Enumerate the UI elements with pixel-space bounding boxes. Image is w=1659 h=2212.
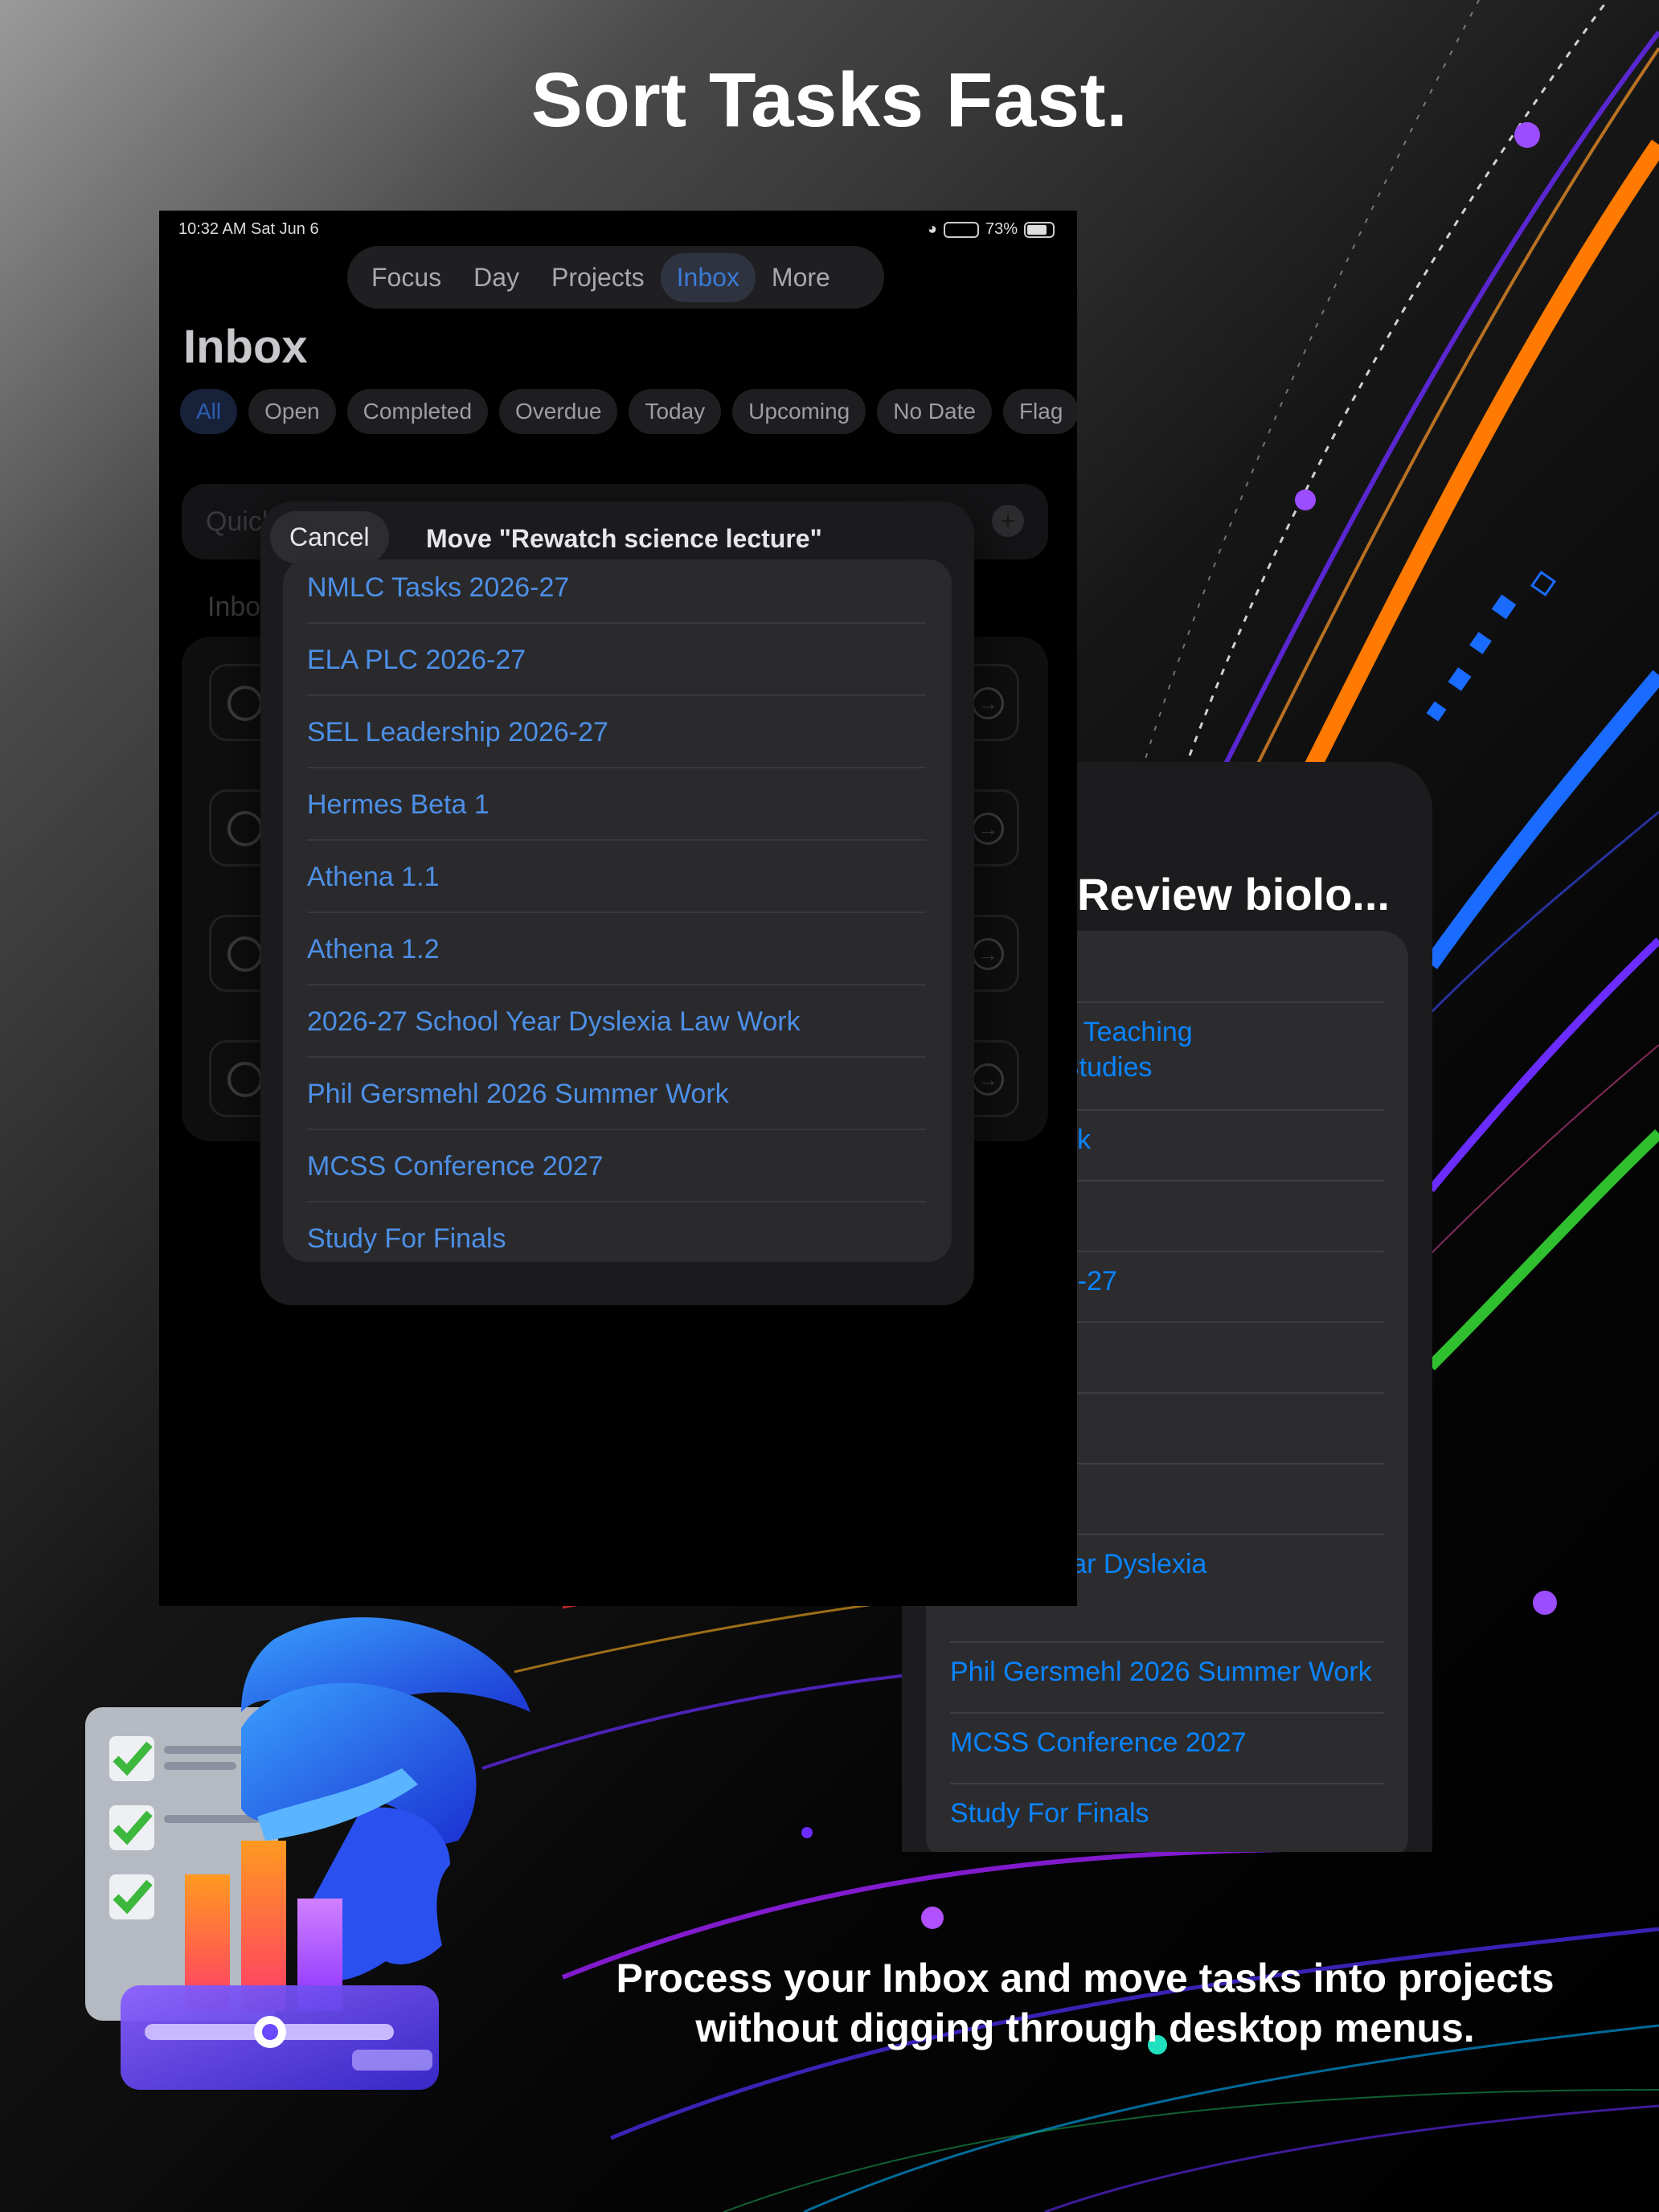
tab-inbox[interactable]: Inbox xyxy=(660,252,756,302)
tab-bar: Focus Day Projects Inbox More xyxy=(347,246,884,309)
project-item[interactable]: 2026-27 School Year Dyslexia Law Work xyxy=(307,985,926,1058)
checkbox-icon[interactable] xyxy=(227,811,263,846)
app-mascot-illustration xyxy=(85,1617,530,2090)
project-item[interactable]: Study For Finals xyxy=(307,1202,926,1262)
checkbox-icon[interactable] xyxy=(227,936,263,972)
filter-completed[interactable]: Completed xyxy=(346,389,489,434)
project-item[interactable]: MCSS Conference 2027 xyxy=(307,1130,926,1202)
filter-overdue[interactable]: Overdue xyxy=(499,389,618,434)
tab-focus[interactable]: Focus xyxy=(355,253,457,302)
filter-upcoming[interactable]: Upcoming xyxy=(732,389,866,434)
filter-flagged[interactable]: Flag xyxy=(1002,389,1077,434)
project-item[interactable]: ELA PLC 2026-27 xyxy=(307,624,926,696)
move-arrow-icon[interactable]: → xyxy=(972,687,1004,719)
battery-icon xyxy=(1024,221,1055,238)
project-list: NMLC Tasks 2026-27 ELA PLC 2026-27 SEL L… xyxy=(283,559,952,1262)
list-item[interactable]: Study For Finals xyxy=(950,1783,1384,1831)
status-indicators: ◕ 73% xyxy=(928,220,1055,239)
move-arrow-icon[interactable]: → xyxy=(972,938,1004,970)
battery-saver-icon xyxy=(943,221,979,238)
plus-icon[interactable]: + xyxy=(992,505,1024,537)
tab-day[interactable]: Day xyxy=(457,253,535,302)
filter-today[interactable]: Today xyxy=(629,389,722,434)
section-label: Inbo xyxy=(207,592,261,622)
move-task-sheet: Cancel Move "Rewatch science lecture" NM… xyxy=(260,502,974,1305)
battery-percent: 73% xyxy=(985,220,1018,238)
project-item[interactable]: Athena 1.2 xyxy=(307,913,926,985)
list-item[interactable]: Phil Gersmehl 2026 Summer Work xyxy=(950,1641,1384,1690)
list-item[interactable]: MCSS Conference 2027 xyxy=(950,1712,1384,1760)
headline: Sort Tasks Fast. xyxy=(530,57,1129,143)
project-item[interactable]: SEL Leadership 2026-27 xyxy=(307,696,926,768)
sheet-title: Move "Rewatch science lecture" xyxy=(426,524,822,553)
project-item[interactable]: Hermes Beta 1 xyxy=(307,768,926,841)
checkbox-icon[interactable] xyxy=(227,686,263,721)
tab-projects[interactable]: Projects xyxy=(535,253,661,302)
tagline: Process your Inbox and move tasks into p… xyxy=(616,1956,1555,2050)
project-item[interactable]: NMLC Tasks 2026-27 xyxy=(307,559,926,624)
filter-no-date[interactable]: No Date xyxy=(877,389,992,434)
wifi-icon: ◕ xyxy=(927,220,937,238)
page-title: Inbox xyxy=(183,321,308,373)
project-item[interactable]: Phil Gersmehl 2026 Summer Work xyxy=(307,1058,926,1130)
filter-open[interactable]: Open xyxy=(248,389,336,434)
move-arrow-icon[interactable]: → xyxy=(972,1063,1004,1096)
ipad-screen: 10:32 AM Sat Jun 6 ◕ 73% Focus Day Proje… xyxy=(159,211,1077,1606)
tab-more[interactable]: More xyxy=(756,253,846,302)
slider-icon xyxy=(121,1985,439,2090)
filter-chips: All Open Completed Overdue Today Upcomin… xyxy=(180,389,1077,434)
checkbox-icon[interactable] xyxy=(227,1062,263,1097)
status-time: 10:32 AM Sat Jun 6 xyxy=(178,220,319,238)
move-arrow-icon[interactable]: → xyxy=(972,813,1004,845)
project-item[interactable]: Athena 1.1 xyxy=(307,841,926,913)
filter-all[interactable]: All xyxy=(180,389,238,434)
cancel-button[interactable]: Cancel xyxy=(270,511,389,563)
